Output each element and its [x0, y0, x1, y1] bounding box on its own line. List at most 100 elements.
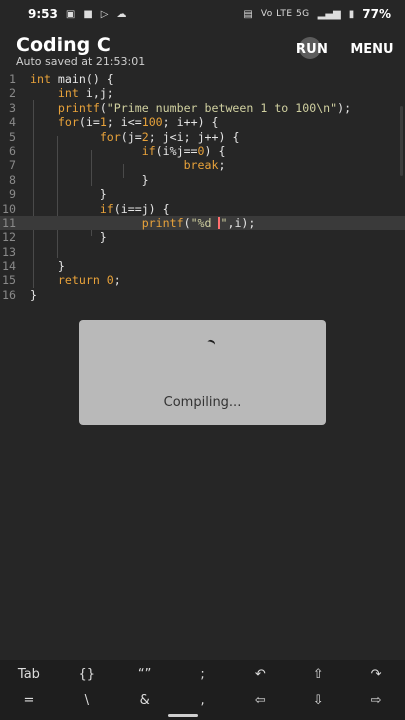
cast-icon: ▤: [243, 8, 253, 20]
editor-scrollbar[interactable]: [400, 106, 403, 176]
line-number: 12: [2, 230, 16, 245]
code-text: }: [30, 288, 37, 302]
code-token: if: [99, 201, 114, 216]
battery-percent: 77%: [362, 7, 391, 21]
code-token: i,j;: [78, 86, 114, 101]
code-text: }: [30, 259, 65, 273]
code-token: }: [30, 187, 107, 202]
code-text: int i,j;: [30, 86, 114, 100]
code-token: (j=: [120, 129, 142, 144]
play-store-icon: ▷: [100, 8, 109, 20]
extra-key[interactable]: =: [0, 686, 58, 714]
line-number: 16: [2, 287, 16, 302]
extra-key[interactable]: ,: [174, 686, 232, 714]
code-line[interactable]: 15 return 0;: [0, 273, 405, 287]
code-line[interactable]: 10 if(i==j) {: [0, 202, 405, 216]
extra-key[interactable]: ⇨: [347, 686, 405, 714]
extra-keys-row-2: = \ &, ⇦ ⇩ ⇨: [0, 686, 405, 714]
code-token: }: [30, 230, 107, 245]
code-token: }: [30, 287, 37, 302]
code-line[interactable]: 5 for(j=2; j<i; j++) {: [0, 130, 405, 144]
code-line[interactable]: 12 }: [0, 230, 405, 244]
extra-key[interactable]: ⇧: [289, 660, 347, 688]
extra-key[interactable]: &: [116, 686, 174, 714]
extra-keys-row-1: Tab{} “”; ↶ ⇧ ↷: [0, 660, 405, 688]
code-line[interactable]: 11 printf("%d ",i);: [0, 215, 405, 231]
code-line[interactable]: 16}: [0, 288, 405, 302]
code-line[interactable]: 3 printf("Prime number between 1 to 100\…: [0, 101, 405, 115]
code-line[interactable]: 9 }: [0, 187, 405, 201]
line-number: 7: [9, 158, 16, 173]
extra-key[interactable]: ↶: [231, 660, 289, 688]
code-token: ) {: [204, 143, 226, 158]
extra-keys-bar: Tab{} “”; ↶ ⇧ ↷ = \ &, ⇦ ⇩ ⇨: [0, 660, 405, 720]
code-text: if(i==j) {: [30, 202, 170, 216]
code-line[interactable]: 6 if(i%j==0) {: [0, 144, 405, 158]
cloud-icon: ☁: [116, 8, 127, 20]
code-token: (: [99, 100, 107, 115]
code-token: }: [30, 172, 149, 187]
battery-icon: ▮: [348, 8, 355, 20]
line-number: 8: [9, 172, 16, 187]
code-text: break;: [30, 158, 226, 172]
extra-key[interactable]: ⇩: [289, 686, 347, 714]
code-text: }: [30, 173, 149, 187]
code-line[interactable]: 1 int main() {: [0, 72, 405, 86]
compiling-dialog: Compiling...: [79, 320, 326, 425]
extra-key[interactable]: ↷: [347, 660, 405, 688]
line-number: 4: [9, 115, 16, 130]
extra-key[interactable]: Tab: [0, 660, 58, 688]
line-number: 5: [9, 129, 16, 144]
extra-key[interactable]: “”: [116, 660, 174, 688]
dialog-message: Compiling...: [163, 395, 242, 410]
code-line[interactable]: 7 break;: [0, 158, 405, 172]
code-token: 0: [197, 143, 205, 158]
code-token: (i==j) {: [113, 201, 170, 216]
code-text: }: [30, 230, 107, 244]
extra-key[interactable]: ;: [174, 660, 232, 688]
code-text: }: [30, 187, 107, 201]
code-editor[interactable]: 1 int main() {2 int i,j; 3 printf("Prime n…: [0, 72, 405, 304]
extra-key[interactable]: \: [58, 686, 116, 714]
code-line[interactable]: 14 }: [0, 259, 405, 273]
status-bar: 9:53 ▣ ■ ▷ ☁ ▤ Vo LTE 5G ▂▄▆ ▮ 77%: [0, 0, 405, 28]
code-text: printf("%d ",i);: [30, 215, 256, 230]
code-line[interactable]: 4 for(i=1; i<=100; i++) {: [0, 115, 405, 129]
code-token: main() {: [50, 72, 114, 86]
line-number: 14: [2, 259, 16, 274]
code-text: for(j=2; j<i; j++) {: [30, 129, 240, 144]
run-button[interactable]: RUN: [293, 37, 331, 60]
network-label: Vo LTE 5G: [260, 9, 310, 19]
menu-button[interactable]: MENU: [348, 38, 396, 60]
code-line[interactable]: 2 int i,j;: [0, 86, 405, 100]
code-token: ,i);: [227, 215, 256, 230]
code-token: (i=: [78, 115, 100, 130]
extra-key[interactable]: {}: [58, 660, 116, 688]
code-line[interactable]: 13: [0, 245, 405, 259]
code-text: for(i=1; i<=100; i++) {: [30, 115, 219, 129]
code-text: int main() {: [30, 72, 114, 86]
signal-icon: ▂▄▆: [317, 8, 341, 20]
code-token: int: [30, 72, 51, 86]
code-token: int: [57, 86, 79, 101]
code-line[interactable]: 8 }: [0, 173, 405, 187]
autosave-status: Auto saved at 21:53:01: [16, 55, 146, 68]
code-token: for: [99, 129, 121, 144]
line-number: 11: [2, 215, 16, 230]
status-time: 9:53: [28, 7, 58, 21]
code-token: printf: [141, 215, 184, 230]
extra-key[interactable]: ⇦: [231, 686, 289, 714]
line-number: 6: [9, 143, 16, 158]
code-token: "%d: [190, 215, 219, 230]
code-token: ;: [113, 273, 121, 288]
line-number: 1: [9, 72, 16, 86]
gesture-nav-bar[interactable]: [168, 714, 198, 717]
